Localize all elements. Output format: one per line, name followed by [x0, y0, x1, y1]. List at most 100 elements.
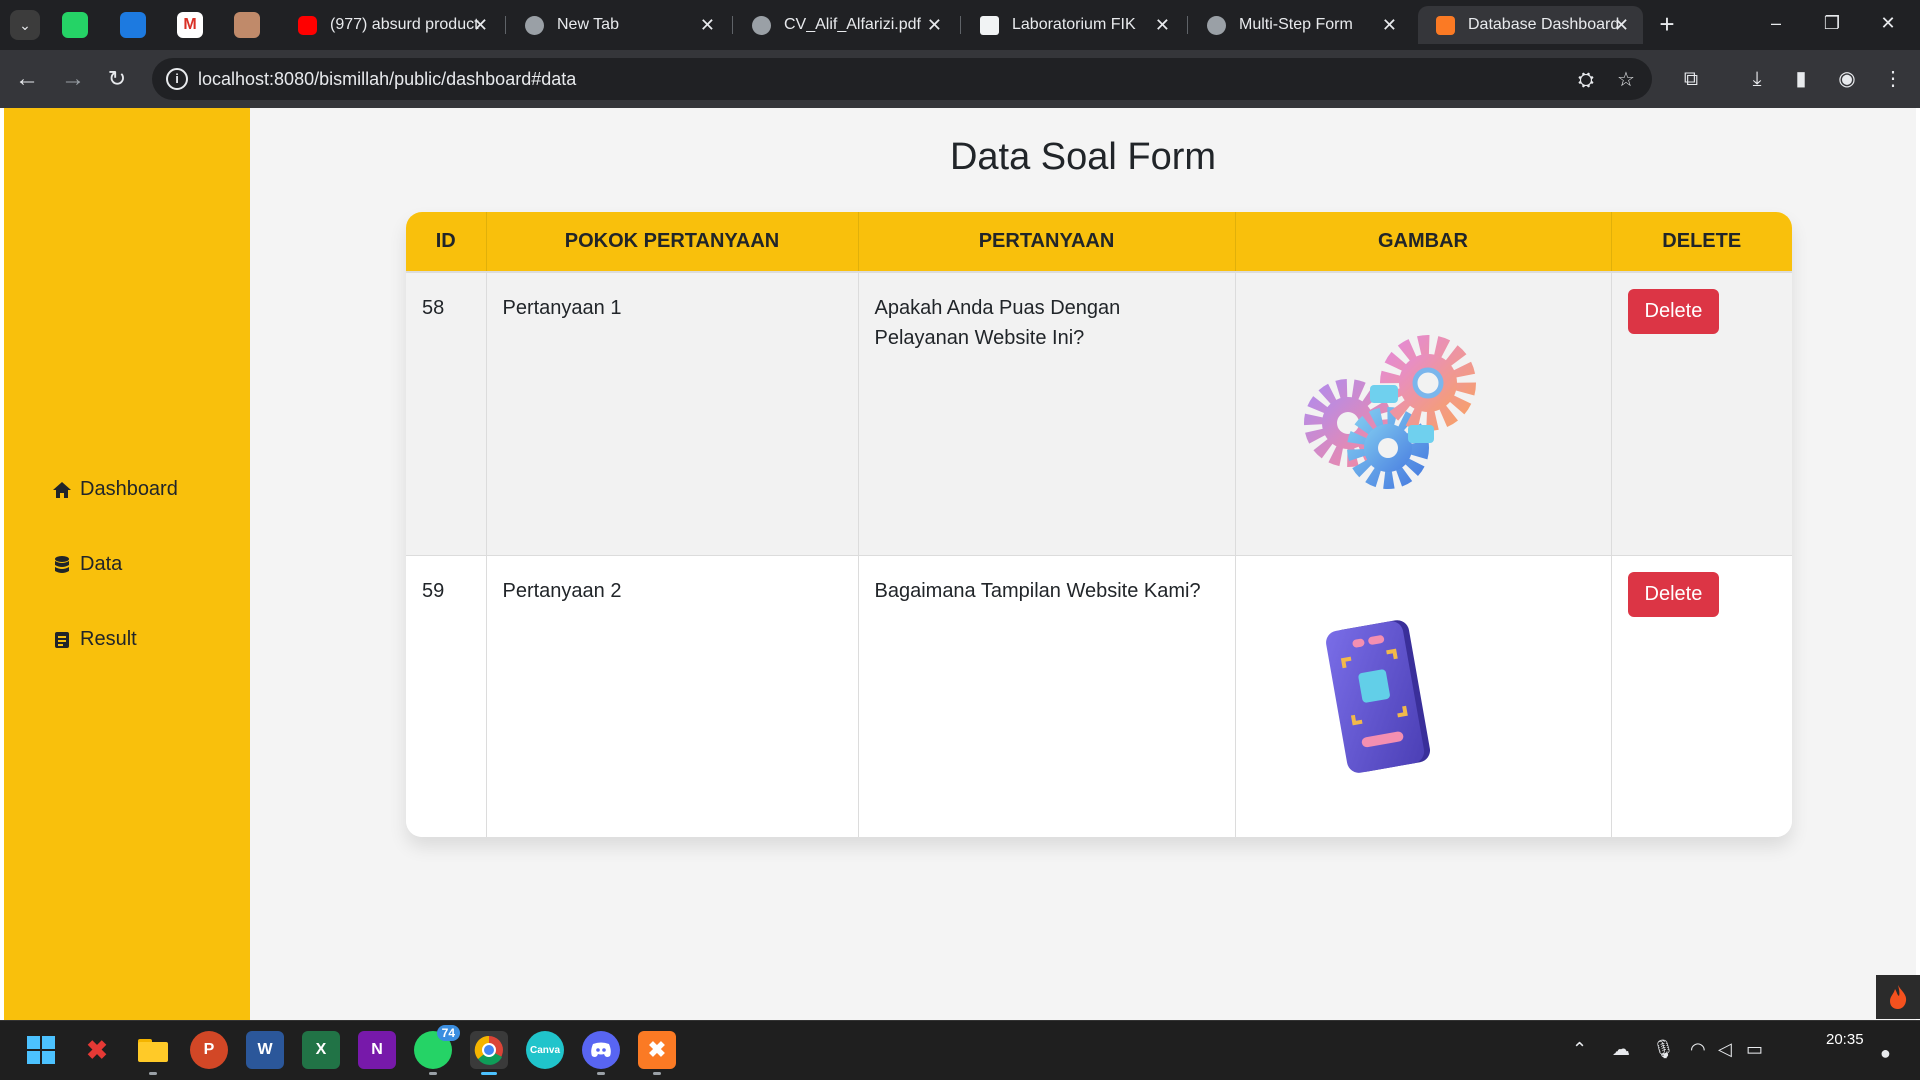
data-table-card: ID POKOK PERTANYAAN PERTANYAAN GAMBAR DE… — [406, 212, 1792, 837]
taskbar-clock[interactable]: 20:35 — [1826, 1031, 1864, 1048]
tab-separator — [1187, 16, 1188, 34]
wifi-icon[interactable]: ◠ — [1690, 1039, 1706, 1060]
word-icon[interactable]: W — [246, 1031, 284, 1069]
column-header-gambar: GAMBAR — [1235, 212, 1612, 273]
onenote-icon[interactable]: N — [358, 1031, 396, 1069]
tab-cv-pdf[interactable]: CV_Alif_Alfarizi.pdf ✕ — [734, 6, 956, 44]
tab-close-icon[interactable]: ✕ — [700, 6, 715, 44]
cell-gambar — [1235, 272, 1612, 556]
cell-delete: Delete — [1611, 272, 1792, 556]
translate-icon[interactable]: ⛭ — [1574, 68, 1598, 92]
document-icon — [55, 631, 69, 648]
cell-id: 59 — [406, 555, 487, 837]
discord-icon[interactable] — [582, 1031, 620, 1075]
whatsapp-icon[interactable]: 74 — [414, 1025, 460, 1075]
tab-separator — [732, 16, 733, 34]
sidebar-item-label: Result — [80, 628, 137, 650]
excel-icon[interactable]: X — [302, 1031, 340, 1069]
site-icon — [980, 16, 999, 35]
bookmark-star-icon[interactable]: ☆ — [1614, 68, 1638, 92]
address-bar[interactable]: i localhost:8080/bismillah/public/dashbo… — [152, 58, 1652, 100]
microphone-icon[interactable]: 🎙 — [1652, 1039, 1675, 1060]
tab-close-icon[interactable]: ✕ — [1382, 6, 1397, 44]
pinned-tab-trello[interactable] — [120, 12, 146, 38]
globe-icon — [1207, 16, 1226, 35]
extensions-icon[interactable]: ⧉ — [1676, 64, 1706, 94]
tab-close-icon[interactable]: ✕ — [1614, 6, 1629, 44]
onedrive-icon[interactable]: ☁ — [1612, 1039, 1630, 1060]
windows-start-icon[interactable] — [22, 1031, 60, 1069]
youtube-icon — [298, 16, 317, 35]
close-window-icon[interactable]: ✕ — [1868, 8, 1908, 38]
tab-new-tab[interactable]: New Tab ✕ — [507, 6, 729, 44]
home-icon — [53, 481, 71, 498]
xampp-glyph: ✖ — [647, 1037, 667, 1062]
reload-icon[interactable]: ↻ — [102, 64, 132, 94]
tab-laboratorium[interactable]: Laboratorium FIK ✕ — [962, 6, 1184, 44]
site-info-icon[interactable]: i — [166, 68, 188, 90]
tab-database-dashboard[interactable]: Database Dashboard ✕ — [1418, 6, 1643, 44]
tab-title: Multi-Step Form — [1239, 16, 1353, 33]
page-content: Dashboard Data Result Data Soal Form ID … — [4, 108, 1916, 1020]
new-tab-button[interactable]: + — [1652, 10, 1682, 40]
back-icon[interactable]: ← — [12, 64, 42, 94]
volume-icon[interactable]: ◁ — [1718, 1039, 1732, 1060]
tab-search-button[interactable]: ⌄ — [10, 10, 40, 40]
tab-title: Laboratorium FIK — [1012, 16, 1136, 33]
active-indicator — [481, 1072, 497, 1075]
column-header-delete: DELETE — [1611, 212, 1792, 273]
pinned-tab-palette[interactable] — [234, 12, 260, 38]
tab-close-icon[interactable]: ✕ — [473, 6, 488, 44]
tab-close-icon[interactable]: ✕ — [1155, 6, 1170, 44]
browser-toolbar: ← → ↻ i localhost:8080/bismillah/public/… — [0, 50, 1920, 108]
chrome-icon[interactable] — [470, 1031, 508, 1075]
column-header-id: ID — [406, 212, 487, 273]
column-header-pokok-pertanyaan: POKOK PERTANYAAN — [486, 212, 859, 273]
browser-menu-icon[interactable]: ⋮ — [1878, 64, 1908, 94]
sidebar-item-data[interactable]: Data — [52, 553, 122, 576]
forward-icon[interactable]: → — [58, 64, 88, 94]
page-title: Data Soal Form — [949, 136, 1217, 178]
xampp-icon[interactable]: ✖ — [638, 1031, 676, 1075]
globe-icon — [752, 16, 771, 35]
profile-avatar[interactable]: ◉ — [1832, 64, 1862, 94]
pinned-tab-gmail[interactable]: M — [177, 12, 203, 38]
tab-separator — [960, 16, 961, 34]
xmind-icon[interactable]: ✖ — [78, 1031, 116, 1069]
fire-icon[interactable] — [1876, 975, 1920, 1019]
restore-icon[interactable]: ❐ — [1812, 8, 1852, 38]
running-indicator — [597, 1072, 605, 1075]
sidebar-item-result[interactable]: Result — [52, 628, 137, 651]
running-indicator — [653, 1072, 661, 1075]
cell-pokok: Pertanyaan 1 — [486, 272, 859, 556]
url-text[interactable]: localhost:8080/bismillah/public/dashboar… — [198, 58, 576, 100]
show-hidden-icons[interactable]: ⌃ — [1572, 1039, 1587, 1060]
minimize-icon[interactable]: – — [1756, 8, 1796, 38]
battery-icon[interactable]: ▭ — [1746, 1039, 1763, 1060]
cell-id: 58 — [406, 272, 487, 556]
delete-button[interactable]: Delete — [1627, 571, 1720, 617]
cell-pokok: Pertanyaan 2 — [486, 555, 859, 837]
sidebar-item-dashboard[interactable]: Dashboard — [52, 478, 178, 501]
table-row: 59 Pertanyaan 2 Bagaimana Tampilan Websi… — [406, 555, 1792, 837]
tab-close-icon[interactable]: ✕ — [927, 6, 942, 44]
tab-title: (977) absurd product — [330, 16, 479, 33]
tab-youtube[interactable]: (977) absurd product ✕ — [280, 6, 502, 44]
cell-gambar — [1235, 555, 1612, 837]
running-indicator — [149, 1072, 157, 1075]
download-icon[interactable]: ⤓ — [1742, 64, 1772, 94]
cell-pertanyaan: Apakah Anda Puas Dengan Pelayanan Websit… — [858, 272, 1236, 556]
cell-delete: Delete — [1611, 555, 1792, 837]
pinned-tab-whatsapp[interactable] — [62, 12, 88, 38]
tab-multi-step-form[interactable]: Multi-Step Form ✕ — [1189, 6, 1411, 44]
file-explorer-icon[interactable] — [134, 1031, 172, 1075]
powerpoint-icon[interactable]: P — [190, 1031, 228, 1069]
tab-title: New Tab — [557, 16, 619, 33]
tab-title: CV_Alif_Alfarizi.pdf — [784, 16, 921, 33]
canva-icon[interactable]: Canva — [526, 1031, 564, 1069]
side-panel-icon[interactable]: ▮ — [1786, 64, 1816, 94]
delete-button[interactable]: Delete — [1627, 289, 1720, 334]
phone-image — [1325, 619, 1430, 773]
notification-icon[interactable]: ● — [1880, 1043, 1891, 1064]
taskbar: ✖ P W X N 74 Canva ✖ ⌃ ☁ 🎙 ◠ ◁ ▭ 20:35 ● — [0, 1020, 1920, 1080]
